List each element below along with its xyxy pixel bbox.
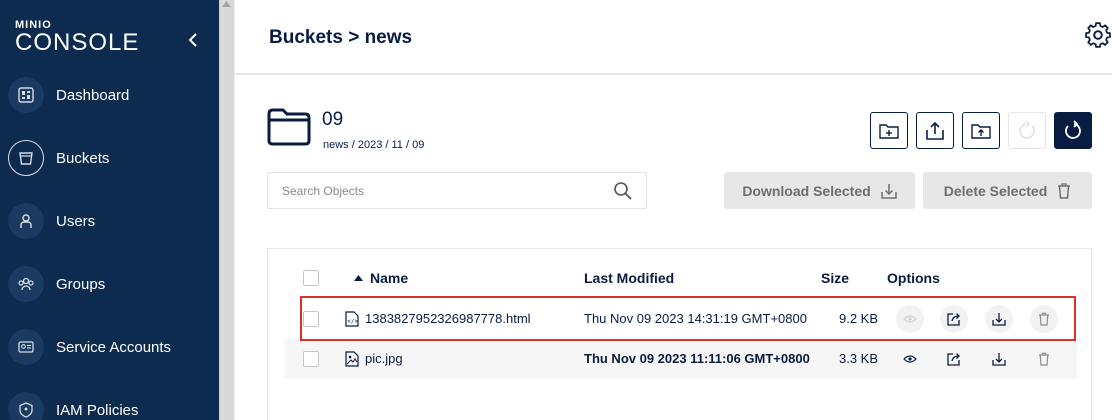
file-modified: Thu Nov 09 2023 14:31:19 GMT+0800: [584, 311, 807, 326]
download-button[interactable]: [985, 305, 1013, 333]
preview-button[interactable]: [896, 345, 924, 373]
upload-button[interactable]: [916, 112, 954, 149]
file-name[interactable]: 1383827952326987778.html: [365, 311, 531, 326]
scroll-up-icon[interactable]: [222, 1, 231, 7]
delete-selected-button[interactable]: Delete Selected: [923, 172, 1092, 209]
folder-upload-icon: [971, 123, 991, 139]
search-icon[interactable]: [613, 181, 633, 201]
file-size: 3.3 KB: [839, 351, 879, 366]
share-button[interactable]: [940, 345, 968, 373]
bucket-icon: [8, 140, 44, 176]
sidebar-item-label: Dashboard: [56, 86, 130, 104]
chevron-left-icon[interactable]: [186, 30, 200, 50]
file-size: 9.2 KB: [839, 311, 879, 326]
folder-icon: [267, 108, 311, 146]
sidebar-item-service-accounts[interactable]: Service Accounts: [8, 327, 213, 367]
minio-logo: MINIO CONSOLE: [15, 20, 139, 55]
column-header-size[interactable]: Size: [821, 270, 849, 286]
download-icon: [992, 353, 1006, 366]
sidebar-item-label: Groups: [56, 275, 106, 293]
sidebar-item-groups[interactable]: Groups: [8, 264, 213, 304]
sidebar-item-label: Buckets: [56, 149, 110, 167]
shield-icon: [8, 392, 44, 420]
page-header: Buckets > news: [235, 0, 1112, 74]
sidebar-scrollbar[interactable]: [219, 0, 234, 420]
search-box: [267, 172, 647, 209]
image-file-icon: [345, 351, 359, 367]
rewind-button[interactable]: [1008, 112, 1046, 149]
page-title: Buckets > news: [269, 27, 413, 48]
share-icon: [947, 353, 960, 366]
upload-icon: [926, 121, 944, 140]
trash-icon: [1039, 312, 1049, 326]
trash-icon: [1039, 352, 1049, 366]
share-button[interactable]: [940, 305, 968, 333]
column-header-name[interactable]: Name: [370, 270, 408, 286]
download-selected-button[interactable]: Download Selected: [724, 172, 915, 209]
gear-icon[interactable]: [1085, 22, 1111, 48]
sidebar-item-iam-policies[interactable]: IAM Policies: [8, 390, 213, 420]
trash-icon: [1058, 182, 1071, 199]
delete-button[interactable]: [1030, 305, 1058, 333]
sidebar-item-label: Service Accounts: [56, 338, 172, 356]
sidebar-item-label: IAM Policies: [56, 401, 139, 419]
sidebar: MINIO CONSOLE Dashboard Buckets Users Gr…: [0, 0, 219, 420]
folder-path: news / 2023 / 11 / 09: [323, 139, 425, 151]
logo-console: CONSOLE: [15, 29, 140, 56]
preview-button[interactable]: [896, 305, 924, 333]
eye-icon: [903, 315, 917, 323]
column-header-options: Options: [887, 270, 940, 286]
groups-icon: [8, 266, 44, 302]
create-folder-button[interactable]: [870, 112, 908, 149]
download-icon: [992, 313, 1006, 326]
upload-folder-button[interactable]: [962, 112, 1000, 149]
download-button[interactable]: [985, 345, 1013, 373]
delete-button[interactable]: [1030, 345, 1058, 373]
main-content: 09 news / 2023 / 11 / 09 Download Select…: [235, 75, 1112, 420]
eye-icon: [903, 355, 917, 363]
sidebar-item-users[interactable]: Users: [8, 201, 213, 241]
download-selected-label: Download Selected: [742, 182, 871, 199]
search-input[interactable]: [282, 182, 602, 200]
file-modified: Thu Nov 09 2023 11:11:06 GMT+0800: [584, 351, 810, 366]
select-all-checkbox[interactable]: [303, 270, 319, 286]
html-file-icon: </>: [345, 311, 359, 327]
sidebar-item-label: Users: [56, 212, 96, 230]
delete-selected-label: Delete Selected: [943, 182, 1048, 199]
table-row[interactable]: </> 1383827952326987778.html Thu Nov 09 …: [284, 299, 1077, 339]
service-accounts-icon: [8, 329, 44, 365]
table-row[interactable]: pic.jpg Thu Nov 09 2023 11:11:06 GMT+080…: [284, 339, 1077, 379]
column-header-modified[interactable]: Last Modified: [584, 270, 674, 286]
dashboard-icon: [8, 77, 44, 113]
rewind-icon: [1019, 120, 1035, 139]
folder-plus-icon: [879, 123, 899, 139]
user-icon: [8, 203, 44, 239]
share-icon: [947, 313, 960, 326]
sort-asc-icon[interactable]: [354, 275, 363, 281]
refresh-icon: [1065, 119, 1081, 139]
sidebar-item-buckets[interactable]: Buckets: [8, 138, 213, 178]
refresh-button[interactable]: [1054, 112, 1092, 149]
svg-text:</>: </>: [347, 318, 358, 325]
row-checkbox[interactable]: [303, 351, 319, 367]
sidebar-item-dashboard[interactable]: Dashboard: [8, 75, 213, 115]
row-checkbox[interactable]: [303, 311, 319, 327]
objects-table: Name Last Modified Size Options </> 1383…: [267, 248, 1092, 420]
folder-name: 09: [322, 109, 344, 130]
download-icon: [880, 183, 897, 199]
file-name[interactable]: pic.jpg: [365, 351, 403, 366]
